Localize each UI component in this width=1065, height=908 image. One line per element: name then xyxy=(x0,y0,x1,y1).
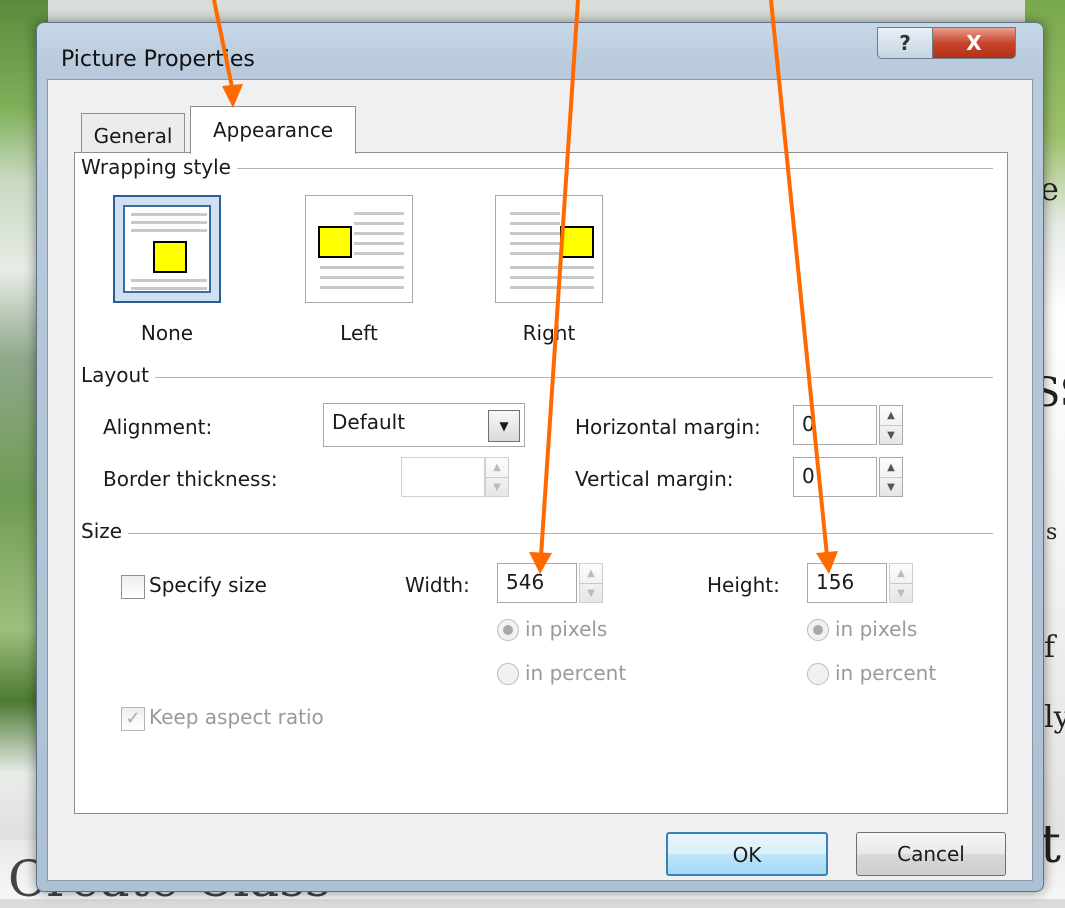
picture-icon xyxy=(318,226,352,258)
vertical-margin-input[interactable]: 0 xyxy=(793,457,877,497)
close-button[interactable]: X xyxy=(932,27,1016,59)
text-line xyxy=(354,242,404,245)
horizontal-margin-label: Horizontal margin: xyxy=(575,415,761,439)
height-spinner[interactable]: ▲ ▼ xyxy=(889,563,913,603)
picture-properties-dialog: Picture Properties ? X General Appearanc… xyxy=(36,22,1044,892)
text-line xyxy=(320,286,404,289)
help-icon: ? xyxy=(899,31,911,55)
background-text: f xyxy=(1044,630,1056,665)
text-line xyxy=(510,242,560,245)
width-in-percent-label: in percent xyxy=(525,661,627,685)
layout-divider xyxy=(81,377,993,378)
height-input[interactable]: 156 xyxy=(807,563,887,603)
text-line xyxy=(131,221,207,224)
size-label: Size xyxy=(81,519,129,543)
keep-aspect-ratio-checkbox[interactable]: ✓ xyxy=(121,707,145,731)
text-line xyxy=(510,252,560,255)
alignment-value: Default xyxy=(332,410,406,434)
ok-button[interactable]: OK xyxy=(666,832,828,876)
wrap-none-label: None xyxy=(140,321,194,345)
text-line xyxy=(354,222,404,225)
text-line xyxy=(510,266,594,269)
wrap-none-preview xyxy=(123,205,211,293)
tab-appearance[interactable]: Appearance xyxy=(190,106,356,154)
border-thickness-spinner[interactable]: ▲ ▼ xyxy=(485,457,509,497)
horizontal-margin-spinner[interactable]: ▲ ▼ xyxy=(879,405,903,445)
text-line xyxy=(320,276,404,279)
dialog-client-area: General Appearance Wrapping style None L… xyxy=(47,79,1033,881)
alignment-select[interactable]: Default ▼ xyxy=(323,403,525,447)
text-line xyxy=(354,212,404,215)
close-icon: X xyxy=(966,31,982,55)
background-text: ly xyxy=(1044,700,1065,735)
specify-size-checkbox[interactable] xyxy=(121,575,145,599)
vertical-margin-spinner[interactable]: ▲ ▼ xyxy=(879,457,903,497)
height-in-pixels-radio[interactable] xyxy=(807,619,829,641)
height-in-percent-radio[interactable] xyxy=(807,663,829,685)
width-spinner[interactable]: ▲ ▼ xyxy=(579,563,603,603)
text-line xyxy=(131,279,207,282)
text-line xyxy=(510,286,594,289)
alignment-label: Alignment: xyxy=(103,415,213,439)
dialog-title: Picture Properties xyxy=(61,47,255,72)
height-label: Height: xyxy=(707,573,780,597)
text-line xyxy=(354,232,404,235)
wrap-right-preview xyxy=(504,204,594,294)
background-text: s xyxy=(1046,520,1058,545)
wrap-left-option[interactable] xyxy=(305,195,413,303)
width-in-pixels-radio[interactable] xyxy=(497,619,519,641)
vertical-margin-label: Vertical margin: xyxy=(575,467,734,491)
text-line xyxy=(354,252,404,255)
help-button[interactable]: ? xyxy=(877,27,933,59)
wrap-right-option[interactable] xyxy=(495,195,603,303)
wrap-left-label: Left xyxy=(340,321,378,345)
text-line xyxy=(510,212,560,215)
keep-aspect-ratio-label: Keep aspect ratio xyxy=(149,705,324,729)
wrapping-style-label: Wrapping style xyxy=(81,155,237,179)
height-in-pixels-label: in pixels xyxy=(835,617,918,641)
text-line xyxy=(131,229,207,232)
chevron-down-icon[interactable]: ▼ xyxy=(488,410,520,442)
tab-general[interactable]: General xyxy=(81,113,185,153)
text-line xyxy=(131,287,207,290)
height-in-percent-label: in percent xyxy=(835,661,937,685)
text-line xyxy=(510,232,560,235)
specify-size-label: Specify size xyxy=(149,573,267,597)
wrap-right-label: Right xyxy=(522,321,576,345)
border-thickness-label: Border thickness: xyxy=(103,467,278,491)
picture-icon xyxy=(153,241,187,273)
layout-label: Layout xyxy=(81,363,155,387)
width-in-percent-radio[interactable] xyxy=(497,663,519,685)
appearance-panel: Wrapping style None Left Right Layout Al… xyxy=(74,152,1008,814)
picture-icon xyxy=(560,226,594,258)
width-input[interactable]: 546 xyxy=(497,563,577,603)
wrap-left-preview xyxy=(314,204,404,294)
text-line xyxy=(510,222,560,225)
horizontal-margin-input[interactable]: 0 xyxy=(793,405,877,445)
width-in-pixels-label: in pixels xyxy=(525,617,608,641)
text-line xyxy=(510,276,594,279)
width-label: Width: xyxy=(405,573,470,597)
text-line xyxy=(131,213,207,216)
size-divider xyxy=(81,533,993,534)
border-thickness-input[interactable] xyxy=(401,457,485,497)
text-line xyxy=(320,266,404,269)
wrap-none-option[interactable] xyxy=(113,195,221,303)
cancel-button[interactable]: Cancel xyxy=(856,832,1006,876)
